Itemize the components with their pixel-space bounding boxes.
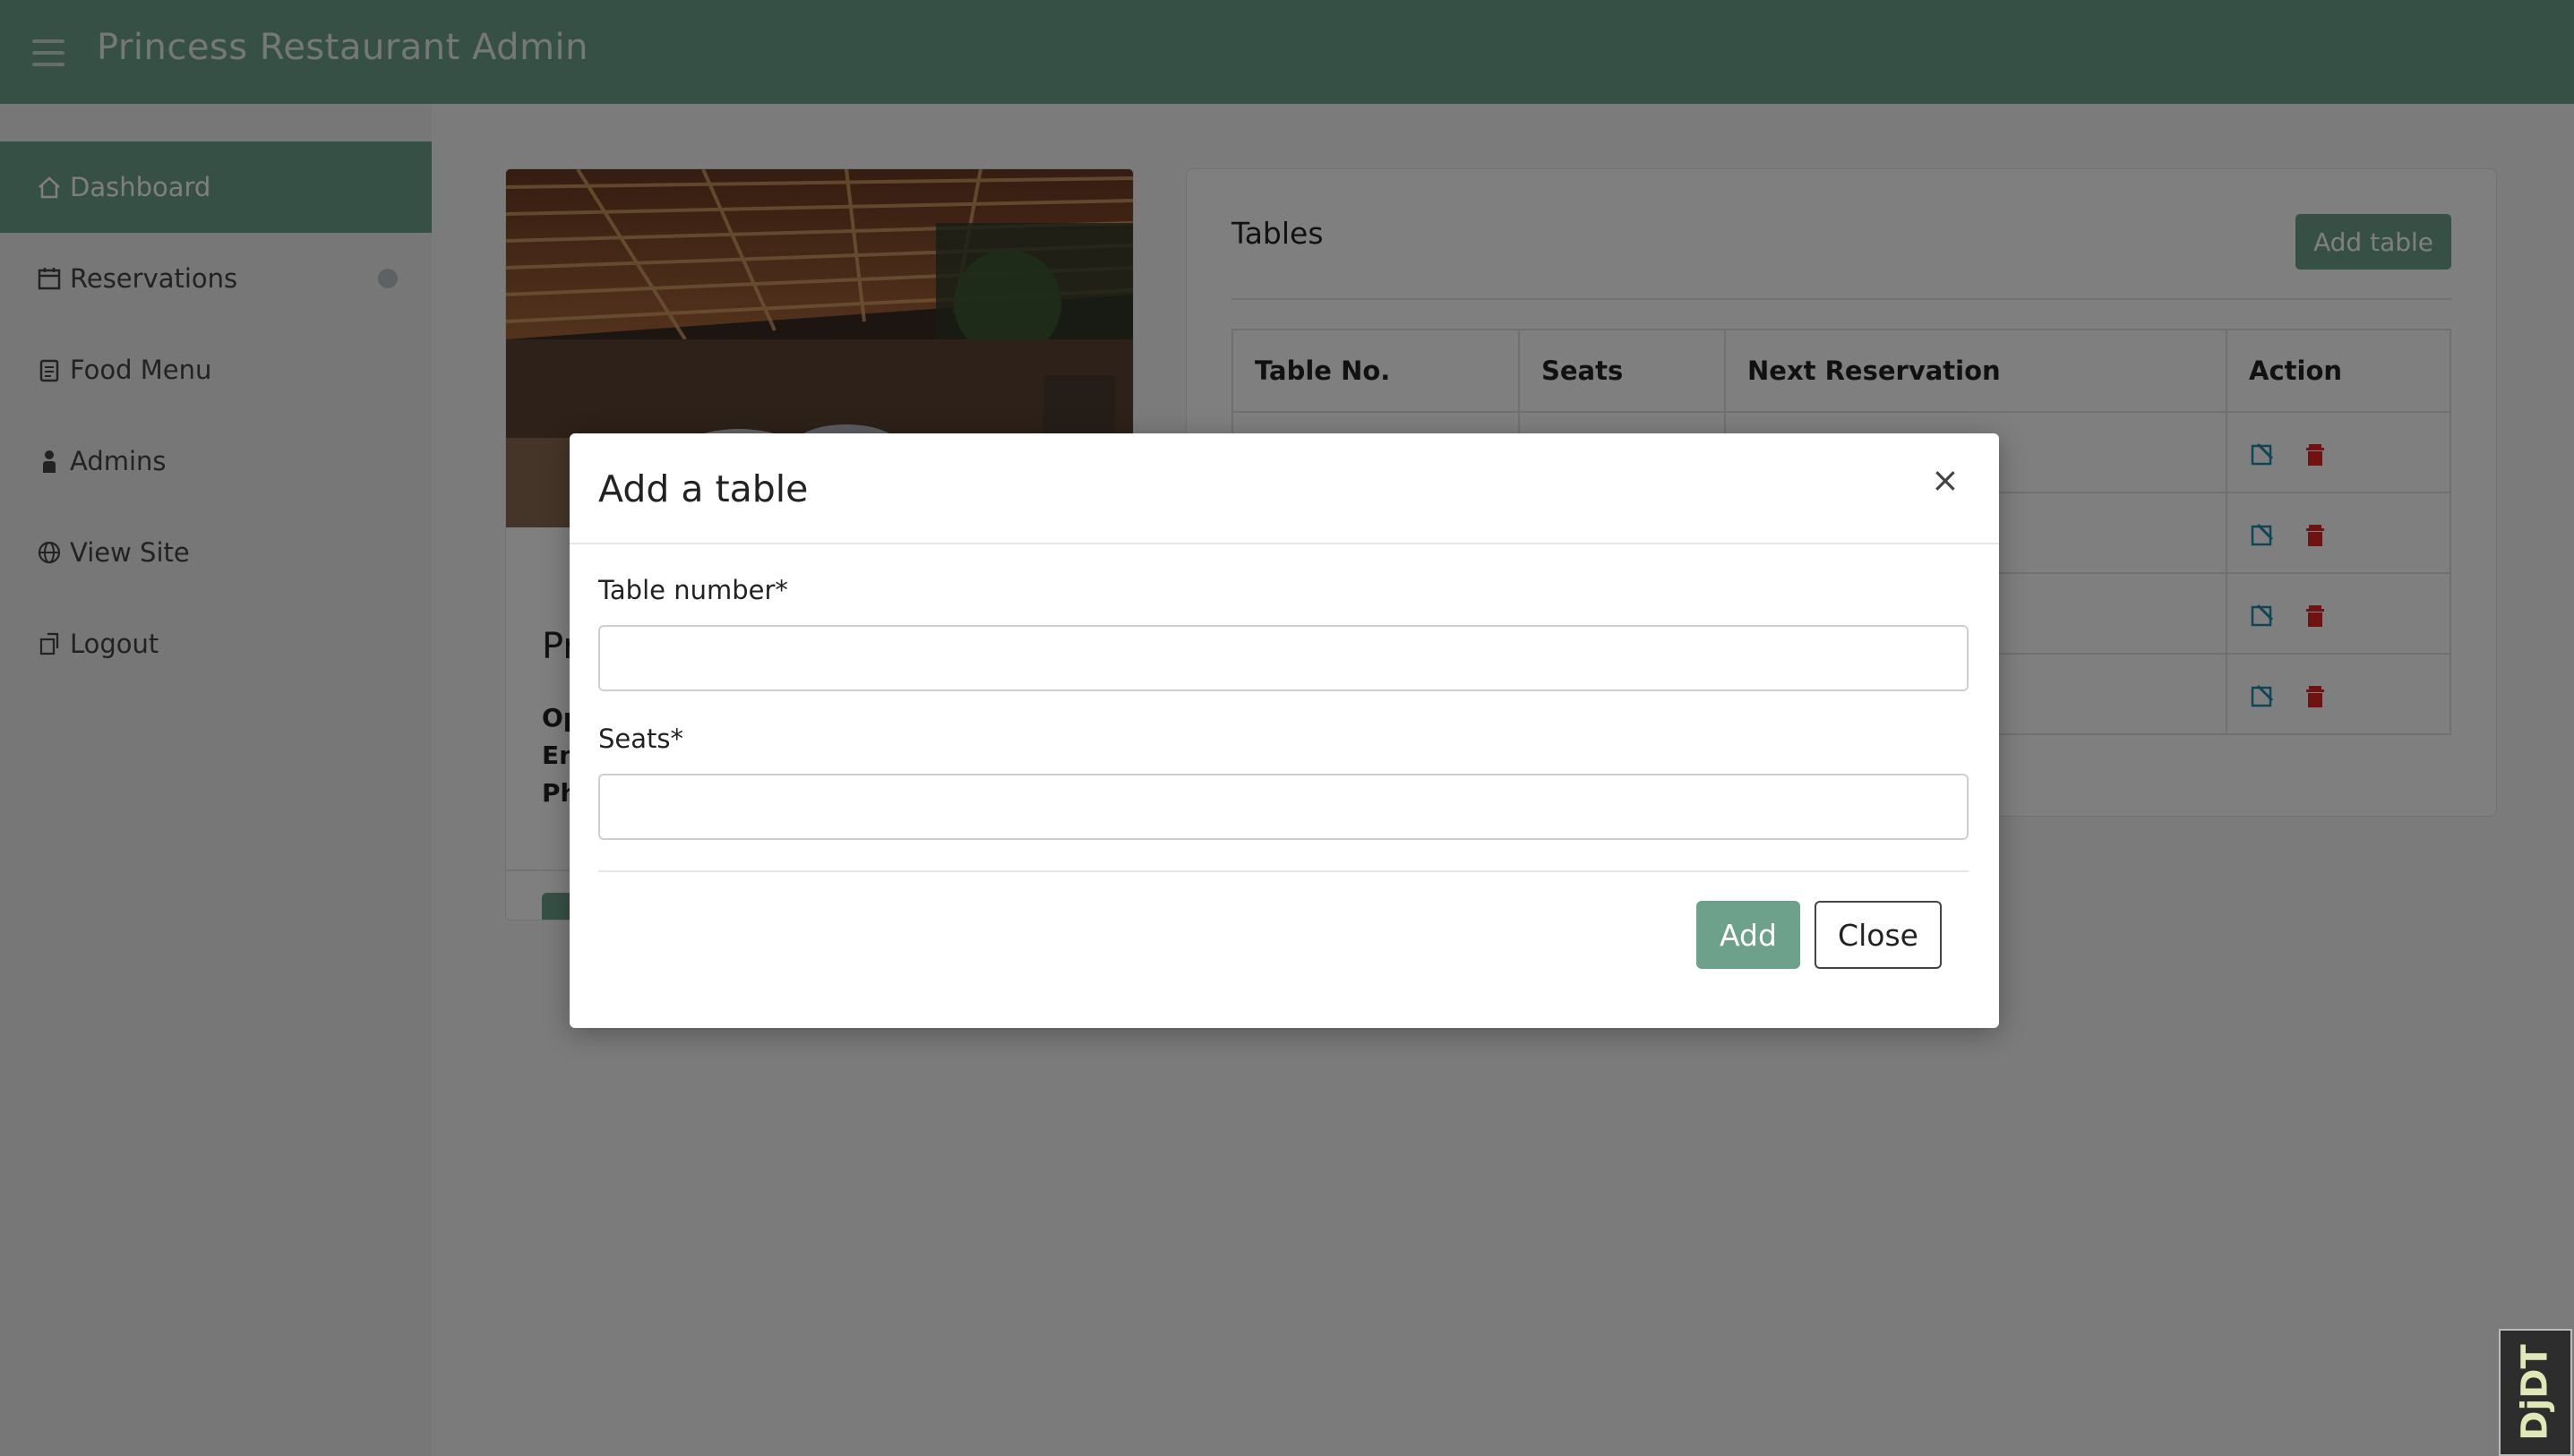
modal-footer-divider [598, 870, 1969, 872]
close-button[interactable]: Close [1815, 901, 1942, 969]
table-number-label: Table number* [598, 575, 788, 605]
seats-input[interactable] [598, 774, 1969, 840]
add-table-modal: Add a table × Table number* Seats* Add C… [570, 433, 1999, 1028]
table-number-input[interactable] [598, 625, 1969, 691]
seats-label: Seats* [598, 724, 684, 754]
add-button[interactable]: Add [1696, 901, 1800, 969]
debug-toolbar-handle[interactable]: DjDT [2499, 1329, 2572, 1456]
modal-header-divider [570, 543, 1999, 544]
close-icon[interactable]: × [1931, 460, 1960, 500]
debug-toolbar-label: DjDT [2515, 1344, 2556, 1441]
modal-title: Add a table [598, 467, 809, 510]
